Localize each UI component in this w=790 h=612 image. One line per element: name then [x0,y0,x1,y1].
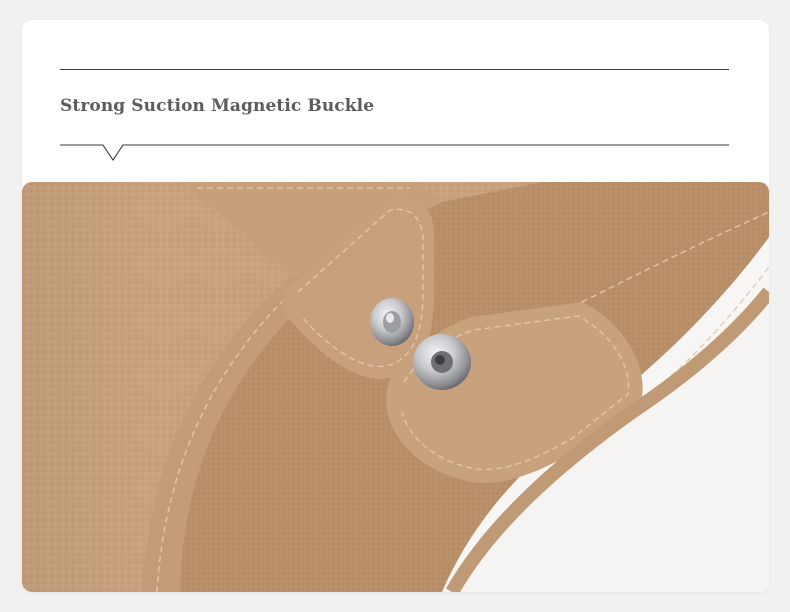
pointer-divider [60,144,729,161]
page: Strong Suction Magnetic Buckle [0,0,790,612]
snap-right-icon [413,334,471,390]
product-photo [22,182,769,592]
top-divider [60,69,729,70]
product-detail-card: Strong Suction Magnetic Buckle [22,20,769,592]
section-heading: Strong Suction Magnetic Buckle [60,96,375,116]
snap-left-icon [370,298,414,346]
